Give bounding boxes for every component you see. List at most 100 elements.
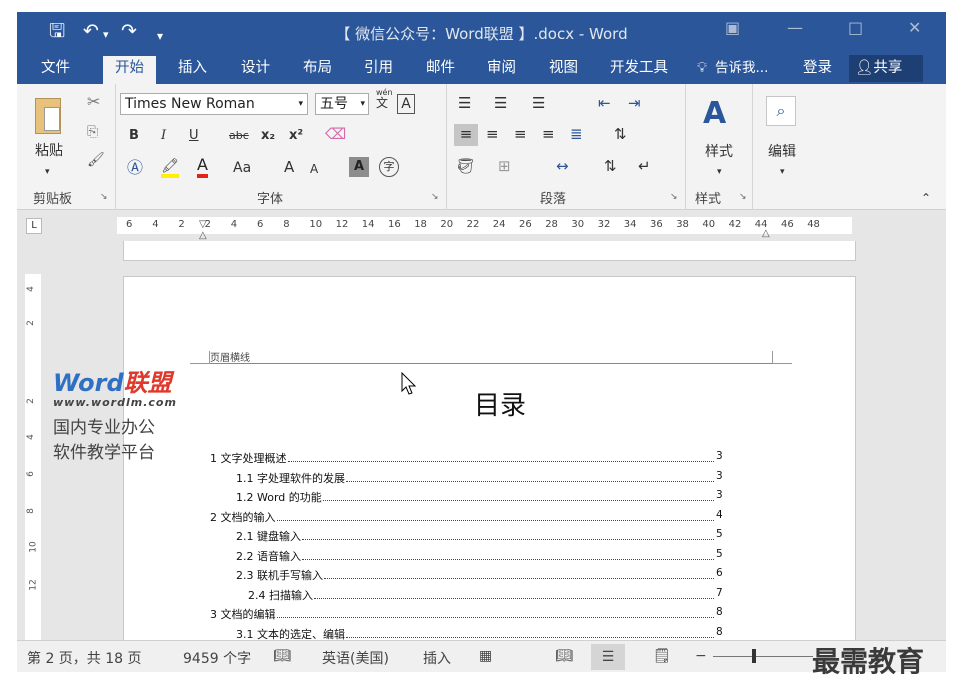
tab-selector-icon[interactable]: L <box>26 218 42 234</box>
subscript-button[interactable]: x₂ <box>261 126 275 146</box>
text-effects-icon[interactable]: Ⓐ <box>127 158 143 178</box>
proofing-icon[interactable]: 📖︎ <box>273 648 291 664</box>
tab-insert[interactable]: 插入 <box>178 58 207 78</box>
sign-in-link[interactable]: 登录 <box>803 58 832 78</box>
italic-button[interactable]: I <box>161 126 166 146</box>
page-count[interactable]: 第 2 页，共 18 页 <box>27 648 142 668</box>
ruler-tick: 34 <box>623 219 637 230</box>
lightbulb-icon: 💡︎ <box>697 60 708 76</box>
font-color-button[interactable]: A <box>197 156 208 178</box>
styles-button[interactable]: 样式 <box>705 142 733 162</box>
tab-home[interactable]: 开始 <box>103 56 156 84</box>
tell-me-box[interactable]: 告诉我... <box>715 58 768 78</box>
format-painter-icon[interactable]: 🖌︎ <box>87 150 105 170</box>
multilevel-list-icon[interactable]: ☰ <box>532 93 545 113</box>
language[interactable]: 英语(美国) <box>322 648 389 668</box>
paste-icon[interactable] <box>35 98 61 134</box>
styles-dropdown-icon[interactable]: ▾ <box>717 162 722 182</box>
web-layout-icon[interactable]: 🗒︎ <box>653 648 671 664</box>
strikethrough-button[interactable]: abc <box>229 126 249 146</box>
align-left-icon[interactable]: ≡ <box>454 124 478 146</box>
person-icon: 👤︎ <box>855 60 874 76</box>
chinese-layout-icon[interactable]: ↔ <box>556 156 569 176</box>
tab-references[interactable]: 引用 <box>364 58 393 78</box>
numbering-icon[interactable]: ☰ <box>494 93 507 113</box>
brand-lianmeng: 联盟 <box>123 369 172 397</box>
ribbon-display-icon[interactable]: ▣ <box>725 18 740 37</box>
word-count[interactable]: 9459 个字 <box>183 648 251 668</box>
tab-review[interactable]: 审阅 <box>487 58 516 78</box>
sort-icon[interactable]: ⇅ <box>604 156 617 176</box>
increase-indent-icon[interactable]: ⇥ <box>628 93 641 113</box>
wordlm-watermark: Word联盟 www.wordlm.com 国内专业办公 软件教学平台 <box>53 370 223 463</box>
size-dropdown-icon[interactable]: ▾ <box>360 94 365 114</box>
font-name-box[interactable]: Times New Roman ▾ <box>120 93 308 115</box>
paste-button[interactable]: 粘贴 <box>35 141 63 161</box>
ruler-tick: 2 <box>178 219 185 230</box>
ruler-strip <box>117 217 852 234</box>
paragraph-launcher-icon[interactable]: ↘ <box>670 192 678 202</box>
tab-file[interactable]: 文件 <box>41 58 70 78</box>
tab-view[interactable]: 视图 <box>549 58 578 78</box>
align-right-icon[interactable]: ≡ <box>514 124 527 144</box>
font-size: 五号 <box>320 96 348 112</box>
justify-icon[interactable]: ≡ <box>542 124 555 144</box>
copy-icon[interactable]: ⎘ <box>87 122 98 142</box>
change-case-button[interactable]: Aa <box>233 158 251 178</box>
tab-mailings[interactable]: 邮件 <box>426 58 455 78</box>
maximize-icon[interactable]: □ <box>848 18 863 37</box>
shrink-font-button[interactable]: A <box>310 159 318 179</box>
close-icon[interactable]: ✕ <box>908 18 921 37</box>
word-window: 🖫 ↶ ▾ ↷ ▾ 【 微信公众号：Word联盟 】.docx - Word ▣… <box>17 12 946 672</box>
read-mode-icon[interactable]: 📖︎ <box>555 648 573 664</box>
distributed-icon[interactable]: ≣ <box>570 124 583 144</box>
find-icon[interactable]: ⌕ <box>766 96 796 126</box>
styles-launcher-icon[interactable]: ↘ <box>739 192 747 202</box>
shading-icon[interactable]: 🪣︎ <box>456 156 475 176</box>
align-center-icon[interactable]: ≡ <box>486 124 499 144</box>
header-line-label: 页眉横线 <box>210 353 250 364</box>
minimize-icon[interactable]: — <box>787 18 803 37</box>
bullets-icon[interactable]: ☰ <box>458 93 471 113</box>
zoom-slider-thumb[interactable] <box>752 649 756 663</box>
grow-font-button[interactable]: A <box>284 157 294 177</box>
font-dropdown-icon[interactable]: ▾ <box>298 94 303 114</box>
enclose-characters-button[interactable]: A <box>397 94 415 114</box>
font-launcher-icon[interactable]: ↘ <box>431 192 439 202</box>
paragraph-group-label: 段落 <box>540 192 567 207</box>
styles-icon[interactable]: A <box>703 98 726 130</box>
phonetic-guide-button[interactable]: wén 文 <box>376 88 393 110</box>
tab-developer[interactable]: 开发工具 <box>610 58 668 78</box>
font-group: Times New Roman ▾ 五号 ▾ wén 文 A B I U abc x₂… <box>117 84 447 210</box>
document-page[interactable]: 页眉横线 目录 1 文字处理概述 3 1.1 字处理软件的发展 3 1.2 Word 的… <box>123 276 856 648</box>
vruler-tick: 4 <box>25 434 36 440</box>
show-marks-icon[interactable]: ↵ <box>638 156 651 176</box>
font-name: Times New Roman <box>125 96 255 112</box>
underline-button[interactable]: U <box>189 126 199 146</box>
tab-layout[interactable]: 布局 <box>303 58 332 78</box>
cut-icon[interactable]: ✂ <box>87 92 100 112</box>
zoom-out-icon[interactable]: − <box>695 648 707 664</box>
borders-icon[interactable]: ⊞ <box>498 156 511 176</box>
paste-dropdown-icon[interactable]: ▾ <box>45 162 50 182</box>
macro-recording-icon[interactable]: ▦ <box>479 648 492 664</box>
collapse-ribbon-icon[interactable]: ⌃ <box>921 188 931 208</box>
enclosed-character-button[interactable]: 字 <box>379 157 399 177</box>
decrease-indent-icon[interactable]: ⇤ <box>598 93 611 113</box>
print-layout-icon[interactable]: ☰ <box>591 644 625 670</box>
editing-button[interactable]: 编辑 <box>768 142 796 162</box>
zoom-slider[interactable] <box>713 656 813 657</box>
line-spacing-icon[interactable]: ⇅ <box>614 124 627 144</box>
clipboard-launcher-icon[interactable]: ↘ <box>100 192 108 202</box>
superscript-button[interactable]: x² <box>289 126 303 146</box>
bold-button[interactable]: B <box>129 126 139 146</box>
toc-entry-text: 1.2 Word 的功能 <box>236 491 322 504</box>
character-shading-button[interactable]: A <box>349 157 369 177</box>
highlight-icon[interactable]: 🖍︎ <box>161 158 179 178</box>
insert-mode[interactable]: 插入 <box>423 648 451 668</box>
editing-dropdown-icon[interactable]: ▾ <box>780 162 785 182</box>
share-button[interactable]: 👤︎共享 <box>849 55 923 82</box>
tab-design[interactable]: 设计 <box>241 58 270 78</box>
clear-formatting-icon[interactable]: ⌫ <box>325 124 346 144</box>
font-size-box[interactable]: 五号 ▾ <box>315 93 369 115</box>
